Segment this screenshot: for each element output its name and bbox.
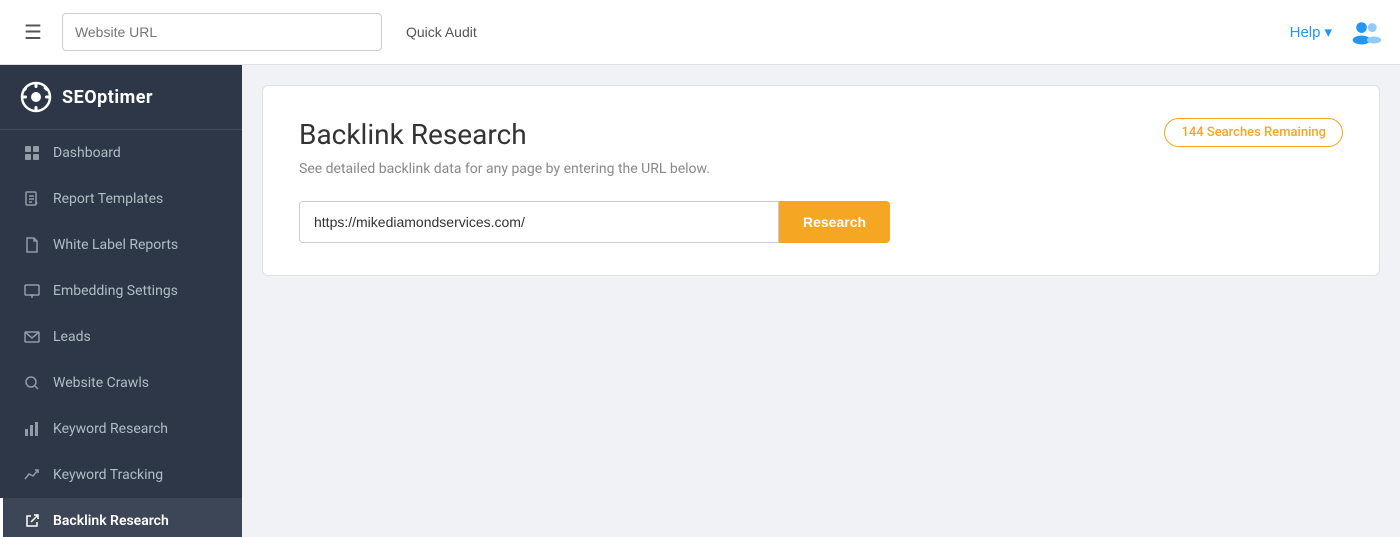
header-left: ☰ Quick Audit [16,13,489,51]
user-group-icon [1350,18,1382,46]
sidebar-item-report-templates[interactable]: Report Templates [0,176,242,222]
file-edit-icon [23,190,41,208]
quick-audit-button[interactable]: Quick Audit [394,16,489,48]
sidebar-item-leads[interactable]: Leads [0,314,242,360]
user-avatar[interactable] [1348,14,1384,50]
logo-icon [20,81,52,113]
sidebar-item-website-crawls-label: Website Crawls [53,375,149,391]
sidebar-item-embedding-settings-label: Embedding Settings [53,283,178,299]
sidebar-item-website-crawls[interactable]: Website Crawls [0,360,242,406]
sidebar-item-keyword-tracking[interactable]: Keyword Tracking [0,452,242,498]
research-input-row: Research [299,201,1343,243]
page-subtitle: See detailed backlink data for any page … [299,161,1343,177]
logo-area: SEOptimer [0,65,242,130]
monitor-icon [23,282,41,300]
sidebar-item-backlink-research[interactable]: Backlink Research [0,498,242,537]
sidebar-item-white-label-reports[interactable]: White Label Reports [0,222,242,268]
header-right: Help ▾ [1290,14,1384,50]
grid-icon [23,144,41,162]
sidebar-item-white-label-reports-label: White Label Reports [53,237,178,253]
main-content: Backlink Research See detailed backlink … [242,65,1400,537]
sidebar-item-report-templates-label: Report Templates [53,191,163,207]
help-button[interactable]: Help ▾ [1290,23,1332,41]
sidebar: SEOptimer Dashboard [0,65,242,537]
research-button[interactable]: Research [779,201,890,243]
sidebar-item-backlink-research-label: Backlink Research [53,513,169,529]
searches-remaining-badge: 144 Searches Remaining [1164,118,1343,147]
logo-text: SEOptimer [62,87,153,108]
trending-icon [23,466,41,484]
external-link-icon [23,512,41,530]
sidebar-item-embedding-settings[interactable]: Embedding Settings [0,268,242,314]
search-circle-icon [23,374,41,392]
header: ☰ Quick Audit Help ▾ [0,0,1400,65]
help-label: Help [1290,24,1321,41]
backlink-research-card: Backlink Research See detailed backlink … [262,85,1380,276]
mail-icon [23,328,41,346]
research-url-input[interactable] [299,201,779,243]
hamburger-icon[interactable]: ☰ [16,16,50,48]
website-url-input[interactable] [62,13,382,51]
layout: SEOptimer Dashboard [0,65,1400,537]
sidebar-item-dashboard[interactable]: Dashboard [0,130,242,176]
sidebar-item-keyword-tracking-label: Keyword Tracking [53,467,163,483]
file-icon [23,236,41,254]
sidebar-item-keyword-research[interactable]: Keyword Research [0,406,242,452]
sidebar-item-leads-label: Leads [53,329,91,345]
sidebar-item-keyword-research-label: Keyword Research [53,421,168,437]
sidebar-item-dashboard-label: Dashboard [53,145,121,161]
bar-chart-icon [23,420,41,438]
help-chevron-icon: ▾ [1324,23,1332,41]
